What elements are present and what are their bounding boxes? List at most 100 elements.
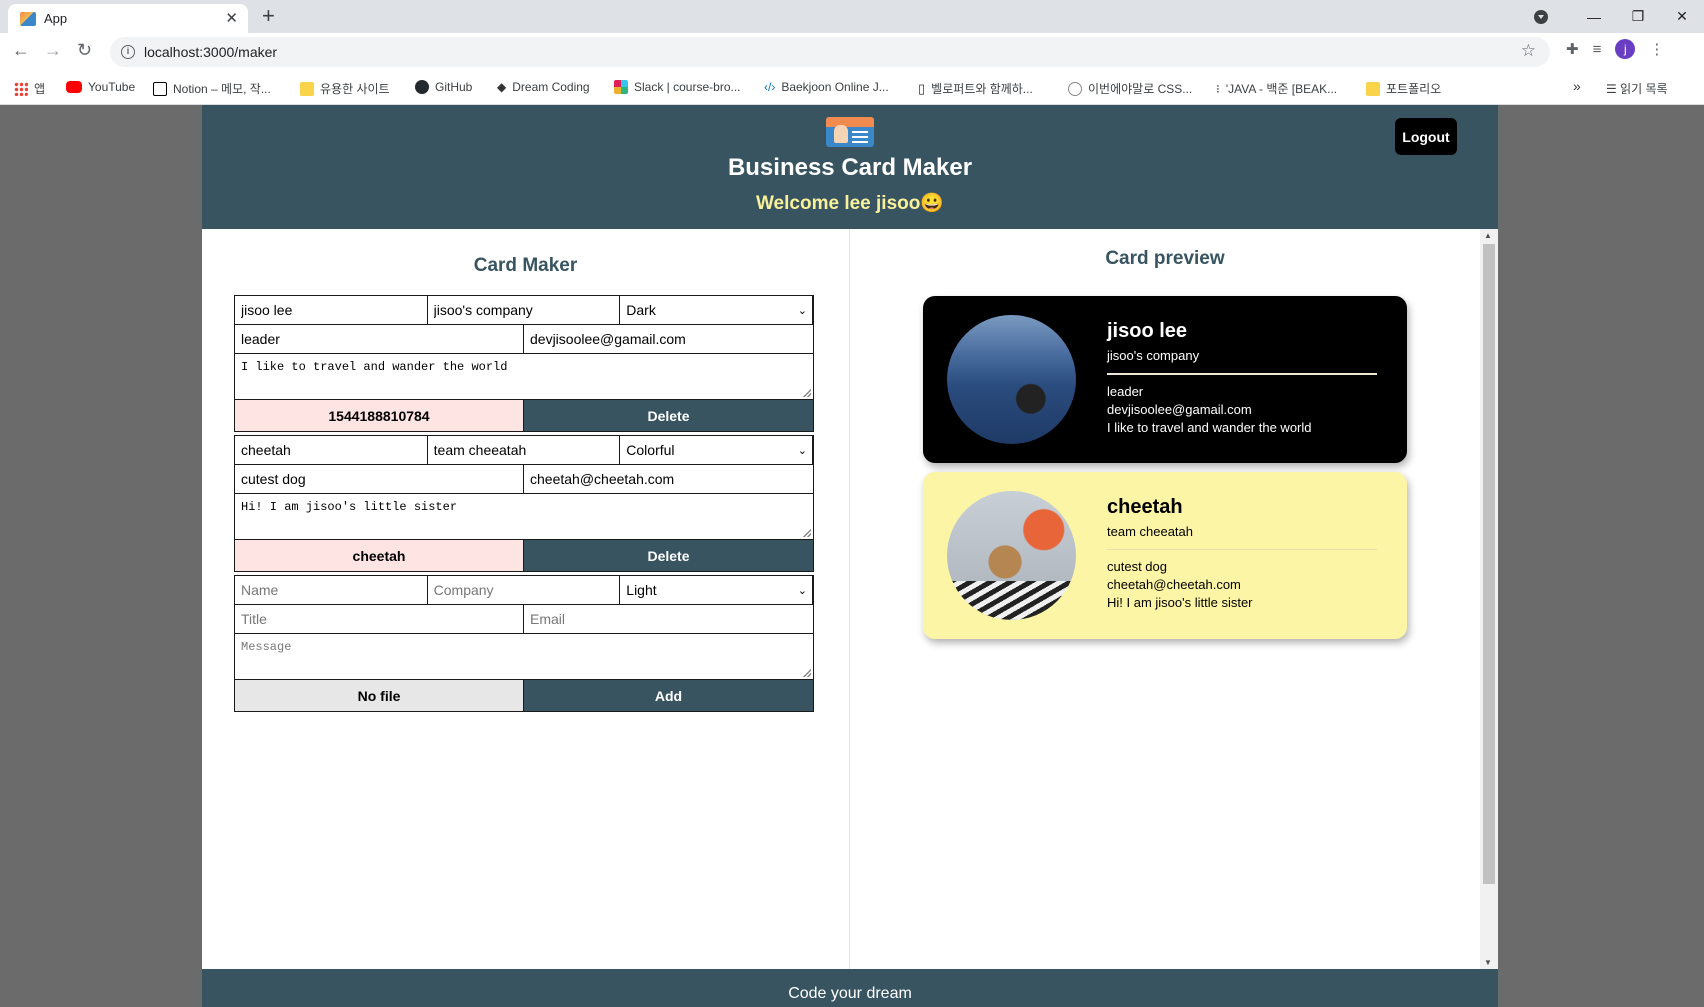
bookmark-baekjoon[interactable]: ‹/› Baekjoon Online J... — [764, 80, 889, 94]
bookmark-label: Slack | course-bro... — [634, 80, 741, 94]
file-upload-button[interactable]: cheetah — [235, 540, 524, 571]
resize-handle-icon[interactable] — [803, 389, 811, 397]
preview-card: jisoo lee jisoo's company leader devjiso… — [923, 296, 1407, 463]
bookmark-folder-portfolio[interactable]: 포트폴리오 — [1366, 80, 1441, 97]
media-control-icon[interactable]: ≡ — [1593, 41, 1602, 58]
logout-button[interactable]: Logout — [1395, 118, 1457, 155]
back-icon[interactable]: ← — [12, 40, 30, 61]
company-input[interactable] — [427, 436, 621, 464]
file-upload-button[interactable]: 1544188810784 — [235, 400, 524, 431]
minimize-icon[interactable]: — — [1572, 9, 1616, 25]
message-textarea[interactable]: Hi! I am jisoo's little sister — [235, 494, 813, 539]
app-root: Business Card Maker Welcome lee jisoo😀 L… — [202, 105, 1498, 1007]
card-maker-title: Card Maker — [473, 255, 578, 276]
delete-button[interactable]: Delete — [524, 540, 813, 571]
github-icon — [415, 80, 429, 94]
address-bar[interactable]: i localhost:3000/maker ☆ — [110, 37, 1550, 67]
close-window-icon[interactable]: ✕ — [1660, 8, 1704, 25]
resize-handle-icon[interactable] — [803, 669, 811, 677]
book-icon: ▯ — [918, 80, 926, 96]
card-divider — [1107, 373, 1377, 375]
file-upload-button[interactable]: No file — [235, 680, 524, 711]
bookmark-folder-useful[interactable]: 유용한 사이트 — [300, 80, 390, 97]
card-add-form: Light ⌄ No file Add — [234, 575, 814, 712]
company-input[interactable] — [427, 576, 621, 604]
close-tab-icon[interactable]: ✕ — [225, 9, 238, 27]
new-tab-icon[interactable]: + — [262, 4, 275, 28]
reading-list-icon: ☰ — [1606, 82, 1621, 96]
preview-scrollbar[interactable]: ▲ ▼ — [1480, 229, 1498, 969]
bookmark-velopert[interactable]: ▯ 벨로퍼트와 함께하... — [918, 80, 1033, 97]
profile-avatar[interactable]: j — [1615, 39, 1636, 59]
scroll-up-icon[interactable]: ▲ — [1484, 231, 1492, 240]
css-site-icon — [1068, 81, 1082, 96]
more-menu-icon[interactable]: ⋮ — [1649, 40, 1664, 58]
browser-tab[interactable]: App ✕ — [8, 4, 248, 33]
bookmark-github[interactable]: GitHub — [415, 80, 472, 94]
notion-icon — [153, 81, 167, 96]
message-textarea[interactable] — [235, 634, 813, 679]
email-input[interactable] — [524, 605, 813, 633]
email-input[interactable] — [524, 325, 813, 353]
name-input[interactable] — [235, 436, 428, 464]
card-info: jisoo lee jisoo's company leader devjiso… — [1107, 320, 1377, 435]
bookmark-apps[interactable]: 앱 — [14, 80, 45, 97]
apps-grid-icon — [14, 81, 28, 96]
bookmark-youtube[interactable]: YouTube — [66, 80, 135, 94]
more-bookmarks-chevron-icon[interactable]: » — [1573, 78, 1581, 94]
restore-icon[interactable]: ❐ — [1616, 8, 1660, 25]
message-textarea[interactable]: I like to travel and wander the world — [235, 354, 813, 399]
card-title: leader — [1107, 384, 1144, 399]
bookmark-label: YouTube — [88, 80, 136, 94]
bookmark-label: 포트폴리오 — [1386, 82, 1442, 96]
card-name: cheetah — [1107, 496, 1183, 518]
email-input[interactable] — [524, 465, 813, 493]
slack-icon — [614, 80, 628, 94]
scroll-thumb[interactable] — [1483, 244, 1495, 884]
scroll-down-icon[interactable]: ▼ — [1484, 958, 1492, 967]
bookmark-dream-coding[interactable]: ◆ Dream Coding — [497, 80, 590, 94]
bookmark-label: 'JAVA - 백준 [BEAK... — [1225, 82, 1338, 96]
app-favicon-icon — [20, 12, 36, 26]
youtube-icon — [66, 81, 82, 93]
bookmark-label: 이번에야말로 CSS... — [1088, 82, 1193, 96]
forward-icon[interactable]: → — [44, 40, 62, 61]
card-maker-panel: Card Maker Dark ⌄ I like to travel and w… — [202, 229, 850, 969]
card-preview-title: Card preview — [1105, 248, 1225, 269]
app-title: Business Card Maker — [727, 154, 973, 181]
bookmark-notion[interactable]: Notion – 메모, 작... — [153, 80, 271, 97]
reload-icon[interactable]: ↻ — [77, 40, 92, 61]
bookmark-label: Baekjoon Online J... — [781, 80, 889, 94]
title-input[interactable] — [235, 325, 524, 353]
name-input[interactable] — [235, 576, 428, 604]
card-photo — [947, 315, 1076, 444]
resize-handle-icon[interactable] — [803, 529, 811, 537]
theme-select[interactable]: Dark — [620, 296, 813, 324]
card-title: cutest dog — [1107, 559, 1167, 574]
bookmark-css[interactable]: 이번에야말로 CSS... — [1068, 80, 1192, 97]
folder-icon — [1366, 81, 1380, 96]
bookmark-label: Dream Coding — [512, 80, 590, 94]
title-input[interactable] — [235, 465, 524, 493]
card-photo — [947, 491, 1076, 620]
site-info-icon[interactable]: i — [121, 45, 135, 59]
extensions-icon[interactable]: ✚ — [1566, 40, 1579, 58]
theme-select[interactable]: Light — [620, 576, 813, 604]
reading-list-button[interactable]: ☰ 읽기 목록 — [1606, 80, 1668, 97]
bookmarks-bar: 앱 YouTube Notion – 메모, 작... 유용한 사이트 GitH… — [0, 71, 1704, 105]
theme-select[interactable]: Colorful — [620, 436, 813, 464]
company-input[interactable] — [427, 296, 621, 324]
browser-toolbar: ← → ↻ i localhost:3000/maker ☆ ✚ ≡ j ⋮ — [0, 33, 1704, 71]
add-button[interactable]: Add — [524, 680, 813, 711]
name-input[interactable] — [235, 296, 428, 324]
card-company: jisoo's company — [1107, 348, 1200, 363]
bookmark-label: GitHub — [435, 80, 473, 94]
card-message: Hi! I am jisoo's little sister — [1107, 595, 1253, 610]
delete-button[interactable]: Delete — [524, 400, 813, 431]
bookmark-star-icon[interactable]: ☆ — [1521, 41, 1536, 61]
tab-search-icon[interactable] — [1534, 9, 1548, 24]
reading-list-label: 읽기 목록 — [1620, 82, 1668, 96]
bookmark-slack[interactable]: Slack | course-bro... — [614, 80, 741, 94]
title-input[interactable] — [235, 605, 524, 633]
bookmark-java-baekjoon[interactable]: ⁝ 'JAVA - 백준 [BEAK... — [1216, 80, 1337, 97]
